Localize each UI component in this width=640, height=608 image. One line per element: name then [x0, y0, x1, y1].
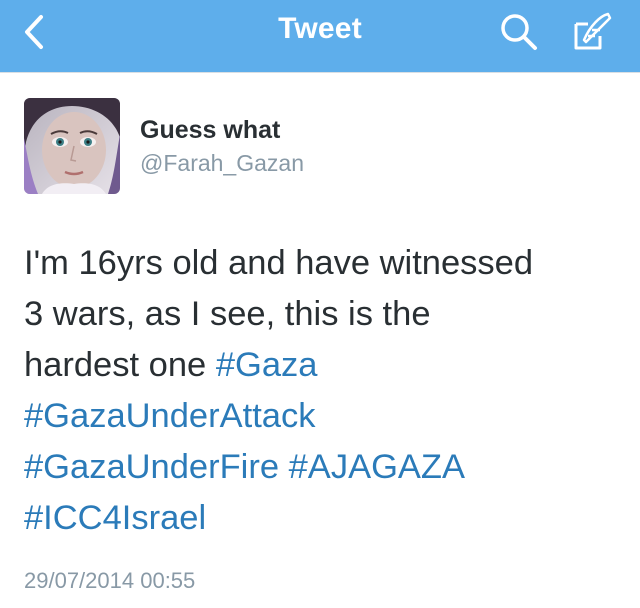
- author-avatar[interactable]: [24, 98, 120, 194]
- tweet-text-line: #ICC4Israel: [24, 493, 624, 544]
- tweet-detail-screen: Tweet Guess what @Farah_Gazan I'm 16yrs …: [0, 0, 640, 608]
- navbar-divider: [0, 72, 640, 73]
- tweet-text-line: hardest one #Gaza: [24, 340, 624, 391]
- tweet-text-segment: hardest one: [24, 346, 216, 384]
- search-icon: [501, 14, 537, 50]
- author-name[interactable]: Guess what: [140, 116, 280, 145]
- author-handle[interactable]: @Farah_Gazan: [140, 150, 304, 177]
- tweet-text-segment: [279, 448, 289, 486]
- search-button[interactable]: [494, 8, 544, 56]
- compose-button[interactable]: [566, 6, 618, 58]
- tweet-text-segment: 3 wars, as I see, this is the: [24, 295, 431, 333]
- hashtag-link[interactable]: #GazaUnderAttack: [24, 397, 315, 435]
- navigation-bar: Tweet: [0, 0, 640, 72]
- tweet-timestamp: 29/07/2014 00:55: [24, 568, 196, 593]
- tweet-text-line: 3 wars, as I see, this is the: [24, 289, 624, 340]
- compose-icon: [574, 12, 612, 50]
- avatar-photo: [24, 98, 120, 194]
- tweet-text-line: #GazaUnderAttack: [24, 391, 624, 442]
- hashtag-link[interactable]: #AJAGAZA: [289, 448, 465, 486]
- tweet-text-line: I'm 16yrs old and have witnessed: [24, 238, 624, 289]
- tweet-text: I'm 16yrs old and have witnessed 3 wars, …: [24, 238, 624, 544]
- tweet-text-line: #GazaUnderFire #AJAGAZA: [24, 442, 624, 493]
- hashtag-link[interactable]: #ICC4Israel: [24, 499, 206, 537]
- hashtag-link[interactable]: #GazaUnderFire: [24, 448, 279, 486]
- hashtag-link[interactable]: #Gaza: [216, 346, 318, 384]
- tweet-text-segment: I'm 16yrs old and have witnessed: [24, 244, 534, 282]
- screen-title: Tweet: [278, 12, 362, 45]
